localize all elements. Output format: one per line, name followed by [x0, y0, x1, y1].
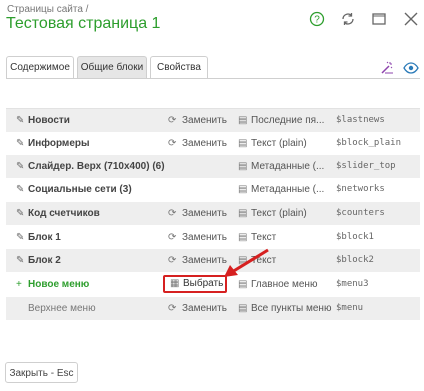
block-variable: $counters [336, 208, 385, 218]
block-name: Верхнее меню [28, 303, 96, 314]
maximize-icon[interactable] [370, 10, 388, 28]
block-type: Последние пя... [251, 115, 325, 126]
swap-icon: ⟳ [168, 255, 177, 266]
block-name: Код счетчиков [28, 208, 100, 219]
database-icon: ▤ [238, 303, 248, 314]
swap-icon: ⟳ [168, 232, 177, 243]
table-row[interactable]: ✎ Социальные сети (3) ▤ Метаданные (... $n… [6, 178, 420, 201]
help-icon[interactable]: ? [308, 10, 326, 28]
block-type: Метаданные (... [251, 161, 325, 172]
tab-common-blocks[interactable]: Общие блоки [77, 56, 147, 78]
pencil-icon[interactable]: ✎ [16, 109, 28, 132]
block-name: Новое меню [28, 279, 90, 290]
block-variable: $menu3 [336, 279, 369, 289]
close-button[interactable]: Закрыть - Esc [5, 362, 78, 383]
table-row[interactable]: + Новое меню ▦ Выбрать ▤ Главное меню $menu… [6, 273, 420, 296]
magic-wand-icon[interactable] [378, 59, 396, 77]
preview-eye-icon[interactable] [402, 59, 420, 77]
svg-text:?: ? [314, 15, 320, 26]
swap-icon: ⟳ [168, 303, 177, 314]
pencil-icon[interactable]: ✎ [16, 202, 28, 225]
table-row[interactable]: ✎ Информеры ⟳ Заменить ▤ Текст (plain) $blo… [6, 132, 420, 155]
table-row[interactable]: ✎ Новости ⟳ Заменить ▤ Последние пя... $las… [6, 108, 420, 132]
block-type: Метаданные (... [251, 184, 325, 195]
block-type: Текст (plain) [251, 208, 307, 219]
tab-divider [6, 78, 420, 79]
table-row[interactable]: Верхнее меню ⟳ Заменить ▤ Все пункты меню … [6, 297, 420, 320]
database-icon: ▤ [238, 184, 248, 195]
block-variable: $block_plain [336, 138, 402, 148]
replace-button[interactable]: ⟳ Заменить [168, 109, 238, 132]
block-type: Главное меню [251, 279, 318, 290]
pencil-icon[interactable]: ✎ [16, 226, 28, 249]
image-icon: ▦ [170, 278, 180, 289]
pencil-icon[interactable]: ✎ [16, 155, 28, 178]
block-type: Текст [251, 232, 277, 243]
refresh-icon[interactable] [339, 10, 357, 28]
plus-icon[interactable]: + [16, 273, 28, 296]
annotation-arrow-icon [224, 248, 269, 277]
block-variable: $slider_top [336, 161, 396, 171]
database-icon: ▤ [238, 138, 248, 149]
swap-icon: ⟳ [168, 115, 177, 126]
block-name: Социальные сети (3) [28, 184, 132, 195]
database-icon: ▤ [238, 208, 248, 219]
table-row[interactable]: ✎ Блок 1 ⟳ Заменить ▤ Текст $block1 [6, 226, 420, 249]
database-icon: ▤ [238, 115, 248, 126]
tab-content[interactable]: Содержимое [6, 56, 74, 78]
block-variable: $menu [336, 303, 364, 313]
replace-button[interactable]: ⟳ Заменить [168, 132, 238, 155]
block-name: Блок 1 [28, 232, 61, 243]
pencil-icon[interactable]: ✎ [16, 132, 28, 155]
tab-properties[interactable]: Свойства [150, 56, 208, 78]
pencil-icon[interactable]: ✎ [16, 249, 28, 272]
table-row[interactable]: ✎ Слайдер. Верх (710x400) (6) ▤ Метаданные… [6, 155, 420, 178]
swap-icon: ⟳ [168, 138, 177, 149]
breadcrumb[interactable]: Страницы сайта / [7, 4, 88, 15]
block-name: Слайдер. Верх (710x400) (6) [28, 161, 165, 172]
block-type: Текст (plain) [251, 138, 307, 149]
block-variable: $block2 [336, 255, 374, 265]
pencil-icon[interactable]: ✎ [16, 178, 28, 201]
block-variable: $block1 [336, 232, 374, 242]
page-title: Тестовая страница 1 [6, 15, 161, 32]
block-name: Блок 2 [28, 255, 61, 266]
block-name: Информеры [28, 138, 90, 149]
table-row[interactable]: ✎ Код счетчиков ⟳ Заменить ▤ Текст (plain) … [6, 202, 420, 225]
table-row[interactable]: ✎ Блок 2 ⟳ Заменить ▤ Текст $block2 [6, 249, 420, 272]
block-name: Новости [28, 115, 70, 126]
replace-button[interactable]: ⟳ Заменить [168, 202, 238, 225]
select-button[interactable]: ▦ Выбрать [163, 275, 227, 293]
block-type: Все пункты меню [251, 303, 332, 314]
close-icon[interactable] [402, 10, 420, 28]
database-icon: ▤ [238, 161, 248, 172]
block-variable: $lastnews [336, 115, 385, 125]
replace-button[interactable]: ⟳ Заменить [168, 297, 238, 320]
block-variable: $networks [336, 184, 385, 194]
swap-icon: ⟳ [168, 208, 177, 219]
